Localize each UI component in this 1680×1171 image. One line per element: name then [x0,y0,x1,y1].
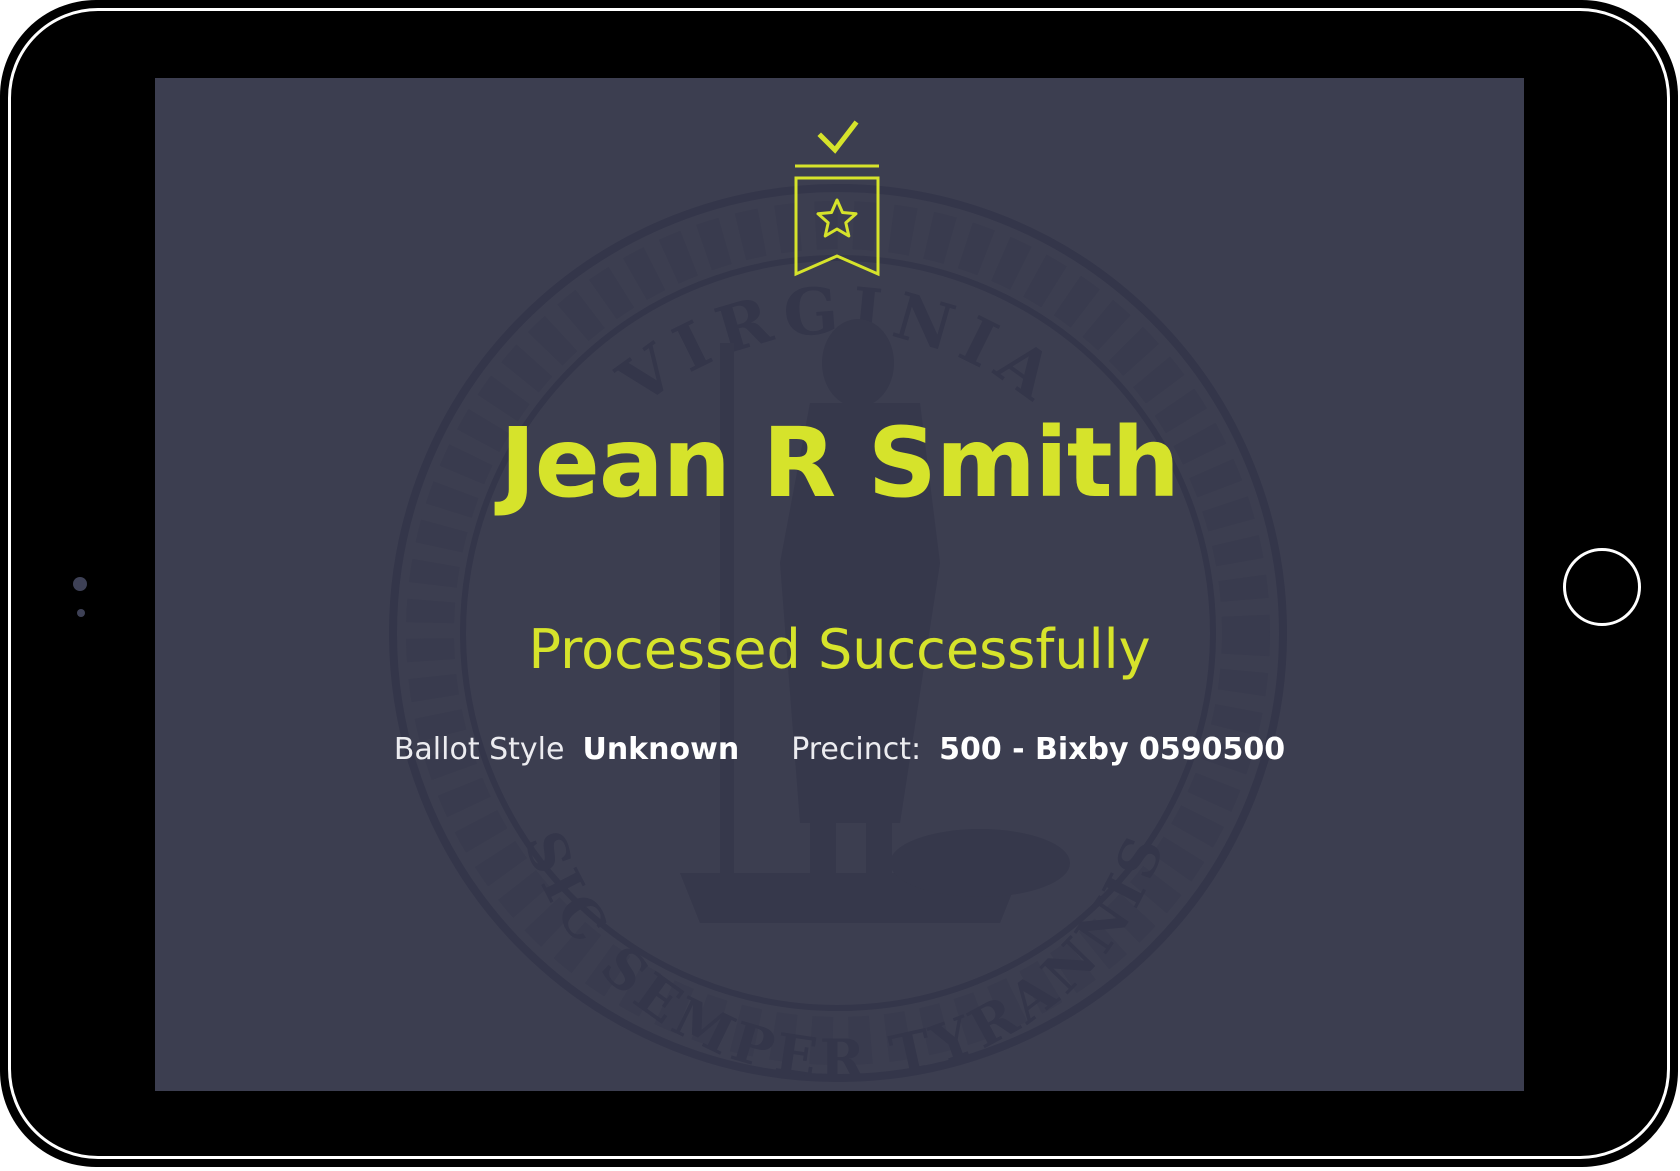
screen: VIRGINIA SIC SEMPER TYRANNIS Jean R Smit… [155,78,1524,1091]
front-camera [73,577,87,591]
check-ribbon-star-icon [794,120,880,277]
voter-name: Jean R Smith [499,407,1180,519]
ballot-style-label: Ballot Style [393,732,565,767]
precinct-label: Precinct: [791,732,922,767]
precinct-value: 500 - Bixby 0590500 [939,732,1286,767]
svg-text:SIC SEMPER TYRANNIS: SIC SEMPER TYRANNIS [512,823,1179,1083]
processing-status: Processed Successfully [528,618,1151,681]
ballot-style-value: Unknown [582,732,740,767]
voter-details: Ballot Style Unknown Precinct: 500 - Bixby … [155,730,1524,770]
home-button[interactable] [1563,548,1641,626]
camera-sensor [77,609,85,617]
